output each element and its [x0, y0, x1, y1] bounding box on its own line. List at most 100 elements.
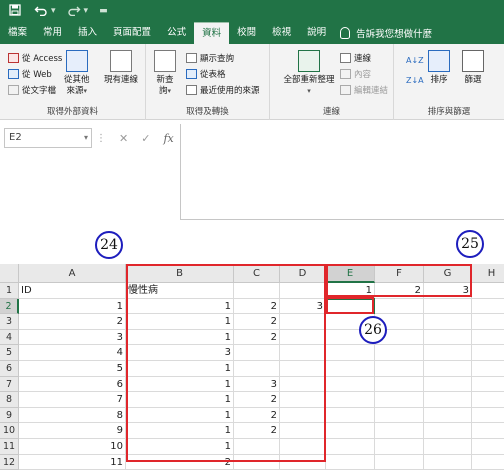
row-header-11[interactable]: 11 — [0, 439, 19, 455]
cell-h6[interactable] — [472, 361, 504, 377]
tell-me-box[interactable]: 告訴我您想做什麼 — [340, 26, 432, 40]
column-header-h[interactable]: H — [472, 264, 504, 283]
undo-dropdown-icon[interactable]: ▾ — [51, 6, 56, 16]
insert-function-icon[interactable]: fx — [163, 132, 173, 145]
cell-e11[interactable] — [326, 439, 375, 455]
cell-f9[interactable] — [375, 407, 424, 424]
edit-links-button[interactable]: 編輯連結 — [340, 84, 388, 96]
cell-f11[interactable] — [375, 439, 424, 455]
tab-file[interactable]: 檔案 — [0, 22, 35, 44]
tab-data[interactable]: 資料 — [194, 22, 230, 44]
cell-a9[interactable]: 8 — [19, 407, 126, 424]
cell-h10[interactable] — [472, 423, 504, 439]
row-header-7[interactable]: 7 — [0, 376, 19, 393]
select-all-corner[interactable] — [0, 264, 19, 283]
cell-g11[interactable] — [424, 439, 472, 455]
cell-h8[interactable] — [472, 392, 504, 408]
tab-review[interactable]: 校閱 — [229, 22, 264, 44]
cell-h12[interactable] — [472, 455, 504, 471]
cell-g8[interactable] — [424, 392, 472, 408]
tab-view[interactable]: 檢視 — [264, 22, 299, 44]
enter-icon[interactable]: ✓ — [141, 132, 150, 145]
cell-g7[interactable] — [424, 376, 472, 393]
from-access-button[interactable]: 從 Access — [8, 52, 62, 64]
column-header-a[interactable]: A — [19, 264, 126, 283]
cell-g4[interactable] — [424, 329, 472, 346]
cell-e9[interactable] — [326, 407, 375, 424]
redo-dropdown-icon[interactable]: ▾ — [84, 6, 89, 16]
cell-g2[interactable] — [424, 298, 472, 315]
from-text-button[interactable]: 從文字檔 — [8, 84, 56, 96]
customize-icon[interactable]: ▬ — [99, 6, 108, 16]
cell-e10[interactable] — [326, 423, 375, 439]
cell-a6[interactable]: 5 — [19, 361, 126, 377]
cell-g10[interactable] — [424, 423, 472, 439]
cell-a3[interactable]: 2 — [19, 314, 126, 330]
cell-a11[interactable]: 10 — [19, 439, 126, 455]
cell-h11[interactable] — [472, 439, 504, 455]
redo-icon[interactable] — [67, 4, 81, 19]
row-header-10[interactable]: 10 — [0, 423, 19, 439]
cell-a4[interactable]: 3 — [19, 329, 126, 346]
cell-f6[interactable] — [375, 361, 424, 377]
cell-h9[interactable] — [472, 408, 504, 424]
tab-page-layout[interactable]: 頁面配置 — [105, 22, 159, 44]
cell-a5[interactable]: 4 — [19, 345, 126, 361]
connections-button[interactable]: 連線 — [340, 52, 371, 64]
cell-e7[interactable] — [326, 376, 375, 393]
cell-a2[interactable]: 1 — [19, 298, 126, 315]
row-header-3[interactable]: 3 — [0, 314, 19, 330]
cell-f7[interactable] — [375, 376, 424, 393]
row-header-12[interactable]: 12 — [0, 454, 19, 471]
formula-input[interactable] — [180, 124, 504, 220]
cell-g3[interactable] — [424, 314, 472, 330]
filter-button[interactable]: 篩選 — [462, 50, 484, 86]
cell-h1[interactable] — [472, 283, 504, 299]
cell-f10[interactable] — [375, 423, 424, 439]
chevron-down-icon[interactable]: ▾ — [84, 129, 88, 147]
tab-help[interactable]: 說明 — [299, 22, 334, 44]
save-icon[interactable] — [8, 3, 22, 19]
cell-h7[interactable] — [472, 377, 504, 393]
cell-e5[interactable] — [326, 345, 375, 361]
cell-a8[interactable]: 7 — [19, 392, 126, 408]
cell-f2[interactable] — [375, 298, 424, 315]
row-header-9[interactable]: 9 — [0, 407, 19, 424]
refresh-all-button[interactable]: 全部重新整理 ▾ — [280, 50, 338, 97]
new-query-button[interactable]: 新查 詢▾ — [154, 50, 176, 97]
cell-h3[interactable] — [472, 314, 504, 330]
cell-a7[interactable]: 6 — [19, 376, 126, 393]
sort-button[interactable]: 排序 — [428, 50, 450, 86]
row-header-8[interactable]: 8 — [0, 392, 19, 408]
tab-formulas[interactable]: 公式 — [159, 22, 194, 44]
cell-h4[interactable] — [472, 330, 504, 346]
cell-a12[interactable]: 11 — [19, 454, 126, 471]
from-table-button[interactable]: 從表格 — [186, 68, 226, 80]
cell-e8[interactable] — [326, 392, 375, 408]
cell-h2[interactable] — [472, 299, 504, 315]
from-other-sources-button[interactable]: 從其他 來源▾ — [64, 50, 90, 97]
cell-e6[interactable] — [326, 361, 375, 377]
tab-insert[interactable]: 插入 — [70, 22, 105, 44]
cell-h5[interactable] — [472, 345, 504, 361]
tab-home[interactable]: 常用 — [35, 22, 70, 44]
name-box[interactable]: E2 ▾ — [4, 128, 92, 148]
cell-f12[interactable] — [375, 454, 424, 471]
cell-f8[interactable] — [375, 392, 424, 408]
cell-e12[interactable] — [326, 454, 375, 471]
cell-a1[interactable]: ID — [19, 283, 126, 299]
properties-button[interactable]: 內容 — [340, 68, 371, 80]
cell-a10[interactable]: 9 — [19, 423, 126, 439]
row-header-2[interactable]: 2 — [0, 298, 19, 315]
recent-sources-button[interactable]: 最近使用的來源 — [186, 84, 260, 96]
sort-za-icon[interactable]: Z↓A — [406, 76, 424, 85]
row-header-1[interactable]: 1 — [0, 283, 19, 299]
show-queries-button[interactable]: 顯示查詢 — [186, 52, 234, 64]
sort-az-icon[interactable]: A↓Z — [406, 56, 424, 65]
cell-g12[interactable] — [424, 454, 472, 471]
cell-g5[interactable] — [424, 345, 472, 361]
row-header-4[interactable]: 4 — [0, 329, 19, 346]
undo-icon[interactable] — [34, 4, 48, 19]
cell-f5[interactable] — [375, 345, 424, 361]
cancel-icon[interactable]: ✕ — [119, 132, 128, 145]
